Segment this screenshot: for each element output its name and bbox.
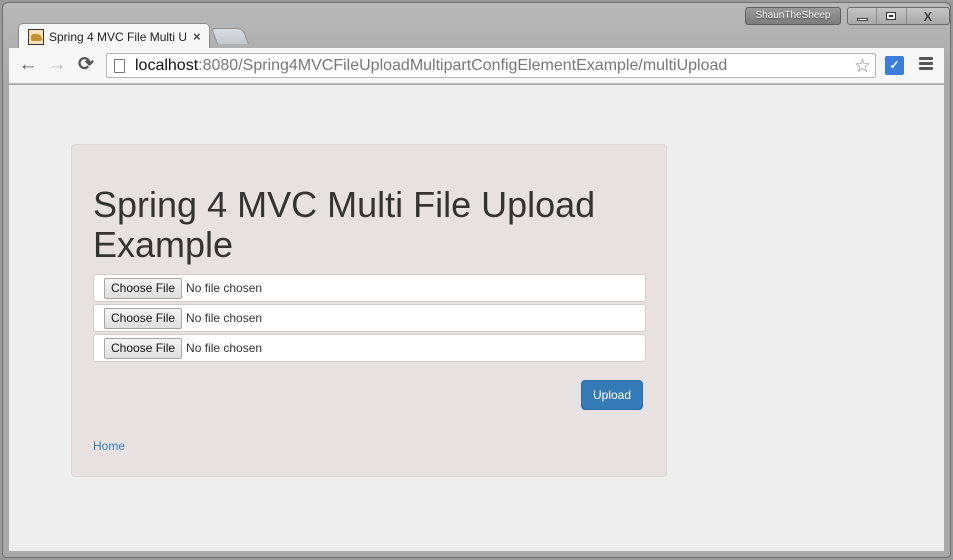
- close-icon: X: [923, 8, 933, 24]
- page-icon: [114, 58, 125, 73]
- forward-arrow-icon[interactable]: →: [46, 54, 68, 76]
- new-tab-button[interactable]: [211, 28, 249, 44]
- home-link[interactable]: Home: [93, 439, 125, 453]
- page-viewport: Spring 4 MVC Multi File Upload Example C…: [9, 85, 944, 551]
- reload-icon[interactable]: ⟳: [75, 54, 97, 76]
- page-title: Spring 4 MVC Multi File Upload Example: [93, 184, 596, 265]
- address-bar[interactable]: localhost:8080/Spring4MVCFileUploadMulti…: [106, 53, 876, 78]
- extension-check-icon[interactable]: ✓: [885, 56, 904, 75]
- file-input-3[interactable]: Choose File No file chosen: [93, 334, 646, 362]
- tab-close-icon[interactable]: ×: [193, 29, 201, 44]
- maximize-icon: [886, 12, 897, 20]
- minimize-button[interactable]: [848, 8, 878, 24]
- browser-tab-active[interactable]: Spring 4 MVC File Multi Upload Example ×: [18, 23, 210, 49]
- file-input-2[interactable]: Choose File No file chosen: [93, 304, 646, 332]
- tab-title: Spring 4 MVC File Multi Upload Example: [49, 29, 186, 44]
- user-profile-badge[interactable]: ShaunTheSheep: [745, 7, 841, 25]
- file-status: No file chosen: [186, 341, 263, 355]
- file-status: No file chosen: [186, 281, 263, 295]
- url-host: localhost: [135, 56, 199, 74]
- close-window-button[interactable]: X: [907, 8, 949, 24]
- upload-form-panel: Spring 4 MVC Multi File Upload Example C…: [71, 144, 667, 477]
- maximize-button[interactable]: [877, 8, 907, 24]
- window-controls: X: [847, 7, 950, 25]
- url-path: :8080/Spring4MVCFileUploadMultipartConfi…: [198, 56, 728, 74]
- choose-file-button[interactable]: Choose File: [104, 277, 183, 299]
- tomcat-favicon-icon: [28, 28, 44, 45]
- file-status: No file chosen: [186, 311, 263, 325]
- upload-button[interactable]: Upload: [581, 380, 643, 410]
- back-arrow-icon[interactable]: ←: [17, 54, 39, 76]
- file-input-1[interactable]: Choose File No file chosen: [93, 274, 646, 302]
- choose-file-button[interactable]: Choose File: [104, 307, 183, 329]
- hamburger-menu-icon[interactable]: [919, 57, 933, 71]
- bookmark-star-icon[interactable]: ☆: [854, 55, 871, 78]
- choose-file-button[interactable]: Choose File: [104, 337, 183, 359]
- minimize-icon: [856, 17, 868, 21]
- browser-toolbar: ← → ⟳ localhost:8080/Spring4MVCFileUploa…: [9, 48, 944, 84]
